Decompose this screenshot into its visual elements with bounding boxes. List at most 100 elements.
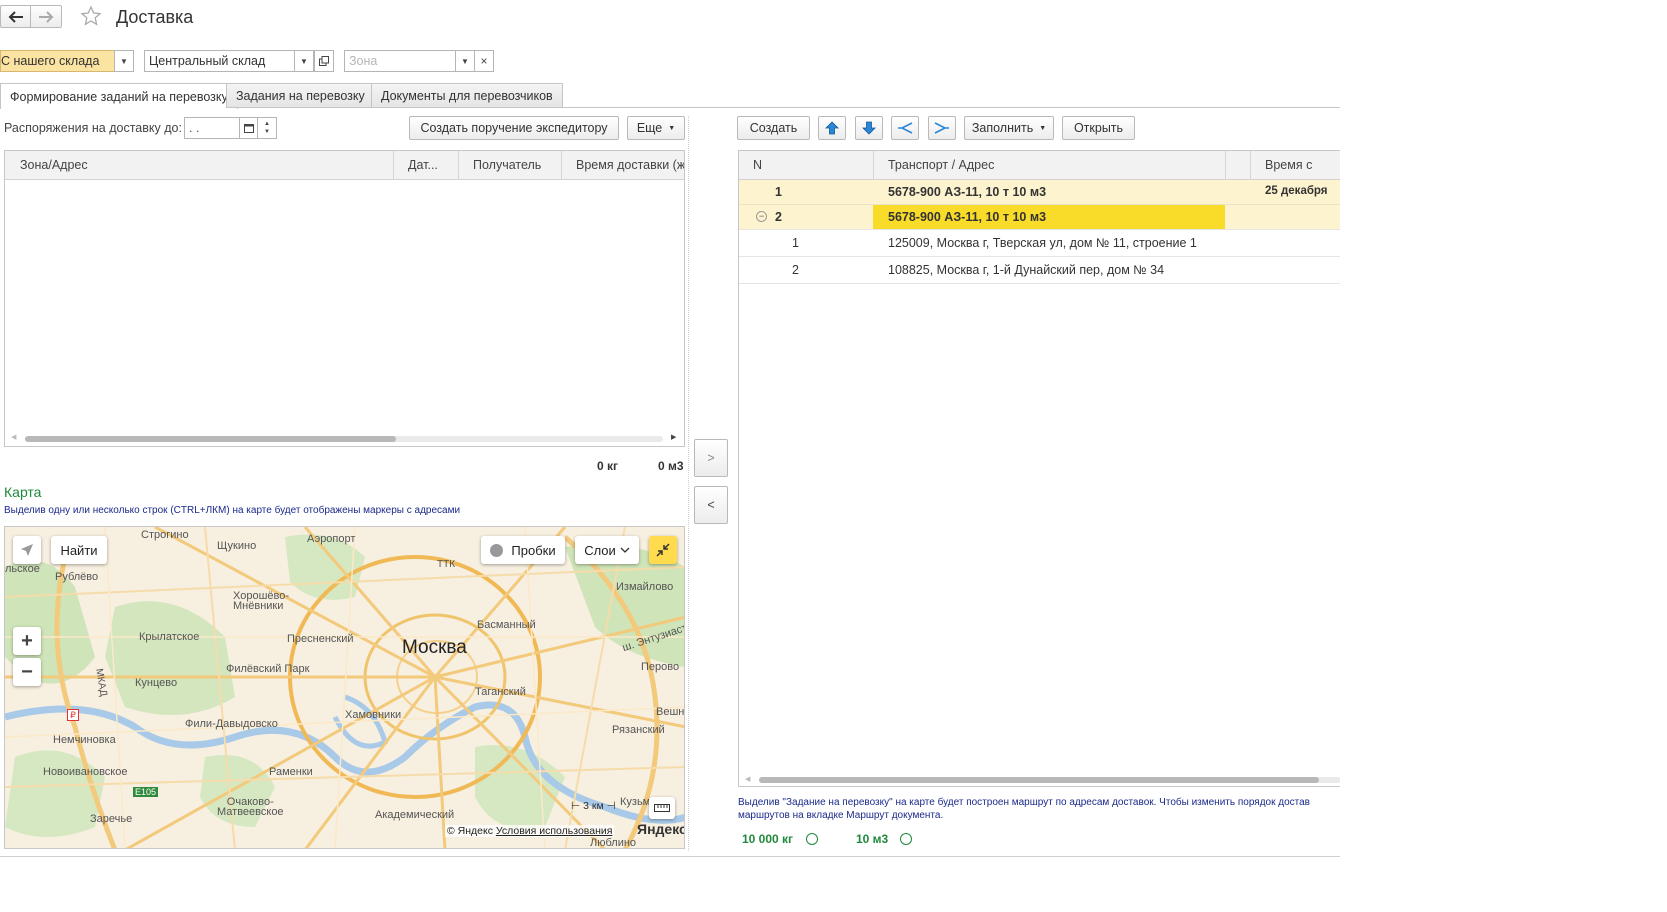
chevron-down-icon: ▼ — [668, 124, 676, 132]
column-divider — [1250, 151, 1251, 180]
horizontal-scrollbar-thumb[interactable] — [25, 436, 396, 442]
map-label: Рублёво — [55, 571, 99, 583]
zone-clear-button[interactable]: × — [474, 50, 494, 72]
map-label: Строгино — [141, 529, 189, 541]
back-button[interactable] — [0, 5, 31, 28]
merge-icon — [934, 122, 949, 134]
column-divider — [1225, 151, 1226, 180]
column-header-recipient[interactable]: Получатель — [473, 158, 541, 172]
zone-dropdown-button[interactable]: ▼ — [455, 50, 475, 72]
orders-table[interactable]: Зона/Адрес Дат... Получатель Время доста… — [4, 150, 685, 447]
row-number: 2 — [792, 263, 799, 277]
layers-button[interactable]: Слои — [575, 536, 639, 564]
traffic-light-icon — [490, 543, 504, 557]
orders-date-input[interactable]: . . — [184, 117, 240, 139]
arrow-left-icon — [8, 10, 23, 23]
zone-field[interactable]: Зона — [344, 50, 456, 72]
plus-icon: + — [21, 629, 33, 652]
favorite-star-icon[interactable] — [80, 5, 102, 27]
table-row[interactable]: 1 5678-900 АЗ-11, 10 т 10 м3 25 декабря — [739, 180, 1340, 205]
spin-down-icon: ▼ — [264, 129, 270, 135]
split-button[interactable] — [891, 116, 919, 140]
map-label: Хамовники — [345, 709, 402, 721]
source-dropdown-button[interactable]: ▼ — [114, 50, 134, 72]
horizontal-scrollbar-thumb[interactable] — [759, 777, 1319, 783]
traffic-button[interactable]: Пробки — [481, 536, 565, 564]
yandex-logo[interactable]: Яндекс — [637, 821, 684, 837]
row-transport: 5678-900 АЗ-11, 10 т 10 м3 — [888, 185, 1047, 199]
left-total-weight: 0 кг — [597, 459, 619, 473]
calendar-icon — [243, 124, 254, 133]
map-label: Хорошёво- Мнёвники — [233, 591, 289, 612]
more-button[interactable]: Еще ▼ — [627, 116, 685, 140]
map-label: Люблино — [590, 837, 637, 849]
volume-status-radio[interactable] — [900, 833, 912, 845]
zoom-out-button[interactable]: − — [13, 658, 41, 686]
chevron-down-icon: ▼ — [300, 56, 308, 66]
terms-link[interactable]: Условия использования — [496, 825, 613, 837]
fullscreen-button[interactable] — [649, 536, 677, 564]
scroll-right-arrow-icon[interactable]: ▶ — [671, 433, 676, 441]
fill-button[interactable]: Заполнить ▼ — [964, 116, 1054, 140]
create-button[interactable]: Создать — [737, 116, 810, 140]
date-spin-button[interactable]: ▲ ▼ — [257, 117, 277, 139]
metro-icon: ₽ — [67, 709, 79, 721]
weight-status-radio[interactable] — [806, 833, 818, 845]
column-header-zone-address[interactable]: Зона/Адрес — [20, 158, 88, 172]
open-button[interactable]: Открыть — [1062, 116, 1135, 140]
transport-tasks-table[interactable]: N Транспорт / Адрес Время с 1 5678-900 А… — [738, 150, 1340, 787]
source-field[interactable]: С нашего склада — [0, 50, 115, 72]
map-label: Вешн — [656, 706, 685, 718]
table-row-selected[interactable]: − 2 5678-900 АЗ-11, 10 т 10 м3 — [739, 205, 1340, 230]
column-header-delivery-time[interactable]: Время доставки (ж — [576, 158, 684, 172]
collapse-icon[interactable]: − — [756, 211, 767, 222]
map-label: Раменки — [269, 766, 313, 778]
chevron-down-icon: ▼ — [1039, 124, 1047, 132]
table-row[interactable]: 1 125009, Москва г, Тверская ул, дом № 1… — [739, 230, 1340, 257]
move-up-button[interactable] — [818, 116, 846, 140]
calendar-button[interactable] — [239, 117, 258, 139]
scroll-left-arrow-icon[interactable]: ◀ — [745, 775, 750, 783]
map-hint: Выделив одну или несколько строк (CTRL+Л… — [4, 505, 461, 516]
close-icon: × — [480, 54, 488, 68]
map-view[interactable]: Москва Строгино Щукино Аэропорт Измайлов… — [4, 526, 685, 849]
map-find-button[interactable]: Найти — [51, 536, 107, 564]
move-right-button[interactable]: > — [694, 439, 728, 477]
warehouse-field[interactable]: Центральный склад — [144, 50, 295, 72]
spin-up-icon: ▲ — [264, 121, 270, 127]
map-label: Аэропорт — [307, 533, 356, 545]
move-down-button[interactable] — [855, 116, 883, 140]
column-divider — [458, 151, 459, 180]
right-total-weight: 10 000 кг — [742, 832, 794, 846]
column-header-transport-address[interactable]: Транспорт / Адрес — [888, 158, 994, 172]
row-transport: 5678-900 АЗ-11, 10 т 10 м3 — [888, 210, 1047, 224]
scroll-left-arrow-icon[interactable]: ◀ — [11, 433, 16, 441]
move-left-button[interactable]: < — [694, 486, 728, 524]
minus-icon: − — [21, 660, 33, 683]
column-header-date[interactable]: Дат... — [408, 158, 438, 172]
chevron-down-icon: ▼ — [120, 56, 128, 66]
row-time: 25 декабря — [1265, 185, 1328, 197]
warehouse-dropdown-button[interactable]: ▼ — [294, 50, 314, 72]
route-hint: Выделив "Задание на перевозку" на карте … — [738, 797, 1310, 821]
merge-button[interactable] — [928, 116, 956, 140]
panel-splitter[interactable] — [688, 116, 689, 851]
warehouse-open-button[interactable] — [314, 50, 334, 72]
tab-forming-tasks[interactable]: Формирование заданий на перевозку — [0, 83, 238, 109]
column-header-n[interactable]: N — [753, 158, 762, 172]
tab-carrier-documents[interactable]: Документы для перевозчиков — [371, 83, 563, 108]
zoom-in-button[interactable]: + — [13, 627, 41, 655]
route-badge-e105: E105 — [133, 787, 159, 797]
ruler-button[interactable] — [649, 797, 675, 819]
traffic-button-label: Пробки — [511, 542, 556, 558]
arrow-right-icon — [39, 10, 54, 23]
map-label: Щукино — [217, 540, 257, 552]
tab-transport-tasks[interactable]: Задания на перевозку — [226, 83, 375, 108]
forward-button[interactable] — [30, 5, 62, 28]
create-courier-order-button[interactable]: Создать поручение экспедитору — [409, 116, 619, 140]
map-label-moscow: Москва — [402, 637, 467, 658]
geolocation-button[interactable] — [13, 536, 41, 564]
table-row[interactable]: 2 108825, Москва г, 1-й Дунайский пер, д… — [739, 257, 1340, 284]
column-header-time-from[interactable]: Время с — [1265, 158, 1312, 172]
more-button-label: Еще — [636, 121, 663, 135]
